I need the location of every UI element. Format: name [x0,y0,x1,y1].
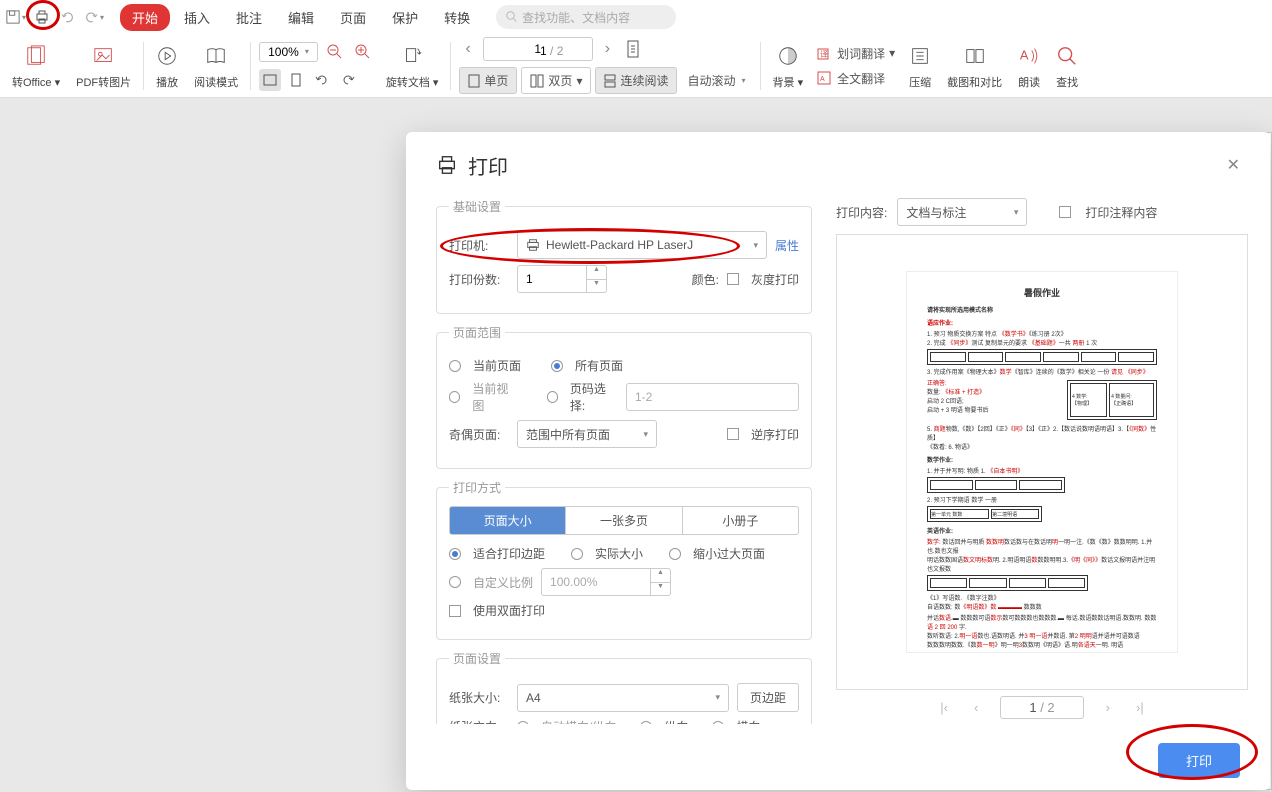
fit-width-icon[interactable] [259,69,281,91]
radio-shrink[interactable] [669,548,681,560]
btn-read-aloud[interactable]: A 朗读 [1010,40,1048,92]
chk-reverse[interactable] [727,428,739,440]
scale-spinner[interactable]: ▲▼ [651,568,671,596]
tab-start[interactable]: 开始 [120,4,170,31]
search-icon [506,11,518,23]
btn-continuous[interactable]: 连续阅读 [595,67,677,94]
btn-pdf-to-image[interactable]: PDF转图片 [68,40,139,92]
radio-auto-orient[interactable] [517,721,529,725]
seg-booklet[interactable]: 小册子 [683,507,798,534]
save-icon[interactable] [4,5,28,29]
radio-custom-scale[interactable] [449,576,461,588]
printer-props-link[interactable]: 属性 [775,237,799,254]
tab-convert[interactable]: 转换 [432,4,482,31]
tab-insert[interactable]: 插入 [172,4,222,31]
btn-double-page[interactable]: 双页 ▾ [521,67,591,94]
seg-multi[interactable]: 一张多页 [566,507,682,534]
ribbon: 转Office ▾ PDF转图片 播放 阅读模式 100% 旋转文档 ▾ ‹ [0,34,1272,98]
print-button[interactable]: 打印 [1158,743,1240,778]
page-input[interactable] [483,37,593,61]
chk-grayscale[interactable] [727,273,739,285]
radio-page-select[interactable] [547,391,558,403]
close-icon[interactable]: ✕ [1227,155,1240,175]
lbl-color: 颜色: [692,271,719,288]
page-range-input[interactable] [626,383,799,411]
print-icon[interactable] [30,5,54,29]
lbl-printer: 打印机: [449,237,509,254]
chk-print-annotations[interactable] [1059,206,1071,218]
undo-icon[interactable] [56,5,80,29]
printer-select[interactable]: Hewlett-Packard HP LaserJ [517,231,767,259]
btn-background[interactable]: 背景 ▾ [765,40,812,92]
page-prev-icon[interactable]: ‹ [459,40,476,58]
copies-spinner[interactable]: ▲▼ [587,265,607,293]
btn-capture-compare[interactable]: 截图和对比 [939,40,1010,92]
redo-icon[interactable] [82,5,106,29]
btn-find[interactable]: 查找 [1048,40,1086,92]
lbl-paper-size: 纸张大小: [449,689,509,706]
page-next-icon[interactable]: › [599,40,616,58]
fit-page-icon[interactable] [285,69,307,91]
radio-landscape[interactable] [712,721,724,725]
pager-last-icon[interactable]: ›| [1132,700,1148,715]
chk-duplex[interactable] [449,605,461,617]
btn-compress[interactable]: 压缩 [901,40,939,92]
mode-segment[interactable]: 页面大小 一张多页 小册子 [449,506,799,535]
btn-single-page[interactable]: 单页 [459,67,517,94]
titlebar: 开始 插入 批注 编辑 页面 保护 转换 查找功能、文档内容 [0,0,1272,34]
rotate-left-icon[interactable] [311,69,333,91]
page-jump-icon[interactable] [622,38,644,60]
print-dialog: 打印 ✕ 基础设置 打印机: Hewlett-Packard HP LaserJ… [406,132,1270,790]
btn-play[interactable]: 播放 [148,40,186,92]
radio-actual-size[interactable] [571,548,583,560]
pager-next-icon[interactable]: › [1102,700,1114,715]
radio-all-pages[interactable] [551,360,563,372]
radio-portrait[interactable] [640,721,652,725]
tab-protect[interactable]: 保护 [380,4,430,31]
zoom-select[interactable]: 100% [259,42,318,62]
zoom-in-icon[interactable] [352,41,374,63]
svg-text:A: A [1020,47,1029,62]
lbl-odd-even: 奇偶页面: [449,426,509,443]
btn-word-translate[interactable]: 译划词翻译 ▾ [817,45,895,62]
custom-scale-input[interactable] [541,568,651,596]
pager-first-icon[interactable]: |‹ [936,700,952,715]
zoom-out-icon[interactable] [324,41,346,63]
btn-rotate-doc[interactable]: 旋转文档 ▾ [378,40,447,92]
radio-current-page[interactable] [449,360,461,372]
btn-margins[interactable]: 页边距 [737,683,799,712]
svg-text:译: 译 [820,50,828,59]
odd-even-select[interactable]: 范围中所有页面 [517,420,657,448]
fieldset-mode: 打印方式 页面大小 一张多页 小册子 适合打印边距 实际大小 缩小过大页面 自定… [436,479,812,640]
paper-size-select[interactable]: A4 [517,684,729,712]
rotate-right-icon[interactable] [337,69,359,91]
svg-text:A: A [820,76,825,83]
print-preview: 暑假作业 请将实现所选用模式名称 语应作业: 1. 预习 物质交换方案 特点 《… [836,234,1248,690]
search-box[interactable]: 查找功能、文档内容 [496,5,676,29]
dialog-title: 打印 [436,151,508,180]
tab-annotate[interactable]: 批注 [224,4,274,31]
btn-read-mode[interactable]: 阅读模式 [186,40,246,92]
fieldset-basic: 基础设置 打印机: Hewlett-Packard HP LaserJ 属性 打… [436,198,812,314]
radio-current-view[interactable] [449,391,460,403]
seg-page-size[interactable]: 页面大小 [450,507,566,534]
print-content-select[interactable]: 文档与标注 [897,198,1027,226]
btn-autoscroll[interactable]: 自动滚动 [681,67,751,94]
lbl-print-content: 打印内容: [836,204,887,221]
lbl-copies: 打印份数: [449,271,509,288]
copies-input[interactable] [517,265,587,293]
fieldset-range: 页面范围 当前页面 所有页面 当前视图 页码选择: 奇偶页面: 范围中所有页面 [436,324,812,469]
fieldset-page-setup: 页面设置 纸张大小: A4 页边距 纸张方向: 自动横向/纵向 纵向 横向 [436,650,812,724]
radio-fit-margin[interactable] [449,548,461,560]
lbl-orientation: 纸张方向: [449,718,509,724]
pager-prev-icon[interactable]: ‹ [970,700,982,715]
tab-page[interactable]: 页面 [328,4,378,31]
preview-pager: |‹ ‹ 1 / 2 › ›| [836,690,1248,724]
pager-display: 1 / 2 [1000,696,1083,719]
btn-to-office[interactable]: 转Office ▾ [4,40,68,92]
tab-edit[interactable]: 编辑 [276,4,326,31]
search-placeholder: 查找功能、文档内容 [522,9,630,26]
printer-icon [436,154,458,176]
btn-full-translate[interactable]: A全文翻译 [817,70,895,87]
